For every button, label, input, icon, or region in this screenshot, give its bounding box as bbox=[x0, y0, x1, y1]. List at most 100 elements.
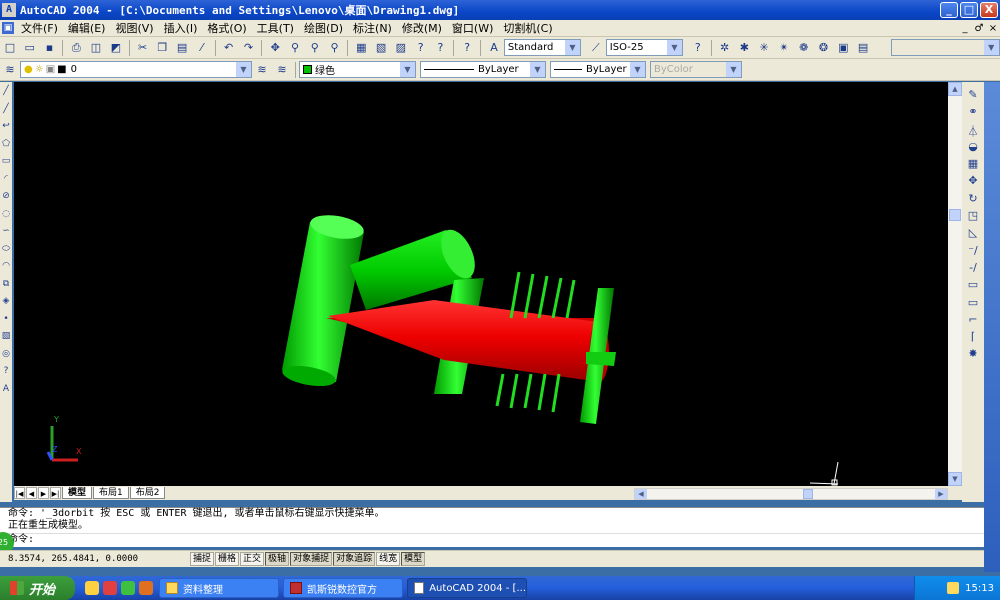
menu-window[interactable]: 窗口(W) bbox=[447, 20, 498, 36]
linetype-select[interactable]: ByLayer ▼ bbox=[420, 61, 546, 78]
help-icon-2[interactable]: ? bbox=[432, 39, 450, 57]
point-icon[interactable]: • bbox=[3, 314, 8, 332]
lightbulb-icon[interactable]: ● bbox=[24, 64, 33, 75]
new-icon[interactable]: □ bbox=[1, 39, 19, 57]
rectangle-icon[interactable]: ▭ bbox=[2, 156, 11, 174]
chevron-down-icon[interactable]: ▼ bbox=[726, 62, 741, 77]
snap-toggle[interactable]: 捕捉 bbox=[190, 552, 215, 566]
otrack-toggle[interactable]: 对象追踪 bbox=[333, 552, 376, 566]
document-icon[interactable]: ▣ bbox=[2, 22, 14, 34]
quick-launch-icon[interactable] bbox=[139, 581, 153, 595]
menu-tools[interactable]: 工具(T) bbox=[252, 20, 299, 36]
lineweight-toggle[interactable]: 线宽 bbox=[376, 552, 401, 566]
coordinate-readout[interactable]: 8.3574, 265.4841, 0.0000 bbox=[0, 554, 190, 564]
move-icon[interactable]: ✥ bbox=[968, 174, 977, 191]
array-icon[interactable]: ▦ bbox=[968, 157, 978, 174]
text-style-select[interactable]: Standard ▼ bbox=[503, 39, 581, 56]
color-select[interactable]: 绿色 ▼ bbox=[299, 61, 416, 78]
mirror-icon[interactable]: ⏃ bbox=[968, 123, 979, 140]
vertical-scroll-thumb[interactable] bbox=[949, 209, 961, 221]
menu-cutter[interactable]: 切割机(C) bbox=[498, 20, 557, 36]
mtext-icon[interactable]: A bbox=[3, 384, 9, 402]
close-button[interactable]: X bbox=[980, 2, 998, 18]
arc-icon[interactable]: ◜ bbox=[4, 174, 8, 192]
3d-model-view[interactable]: Y X Z bbox=[14, 82, 948, 486]
erase-icon[interactable]: ✎ bbox=[968, 88, 977, 105]
command-prompt[interactable]: 命令: bbox=[8, 533, 984, 545]
next-tab-icon[interactable]: ▶ bbox=[38, 487, 49, 499]
hatch-icon[interactable]: ▧ bbox=[2, 331, 11, 349]
render-settings-icon[interactable]: ▣ bbox=[834, 39, 852, 57]
drawing-canvas[interactable]: Y X Z bbox=[14, 82, 948, 486]
stretch-icon[interactable]: ◺ bbox=[969, 226, 977, 243]
chevron-down-icon[interactable]: ▼ bbox=[400, 62, 415, 77]
plotstyle-select[interactable]: ByColor ▼ bbox=[650, 61, 742, 78]
menu-insert[interactable]: 插入(I) bbox=[159, 20, 203, 36]
table-icon[interactable]: ? bbox=[4, 366, 9, 384]
polar-toggle[interactable]: 极轴 bbox=[265, 552, 290, 566]
tab-model[interactable]: 模型 bbox=[62, 487, 93, 499]
taskbar-item-folder[interactable]: 资料整理 bbox=[159, 578, 279, 598]
redo-icon[interactable]: ↷ bbox=[240, 39, 258, 57]
vertical-scrollbar[interactable]: ▲ ▼ bbox=[948, 82, 962, 486]
scroll-left-icon[interactable]: ◀ bbox=[635, 489, 647, 499]
make-layer-current-icon[interactable]: ≋ bbox=[253, 61, 271, 79]
statistics-icon[interactable]: ▤ bbox=[854, 39, 872, 57]
grid-toggle[interactable]: 栅格 bbox=[215, 552, 240, 566]
quick-launch-icon[interactable] bbox=[85, 581, 99, 595]
tab-layout2[interactable]: 布局2 bbox=[129, 487, 166, 499]
help-icon[interactable]: ? bbox=[412, 39, 430, 57]
prev-tab-icon[interactable]: ◀ bbox=[26, 487, 37, 499]
insert-block-icon[interactable]: ⧉ bbox=[3, 279, 9, 297]
explode-icon[interactable]: ✸ bbox=[968, 347, 977, 364]
help-icon-3[interactable]: ? bbox=[689, 39, 707, 57]
save-icon[interactable]: ▪ bbox=[41, 39, 59, 57]
lights-icon[interactable]: ✳ bbox=[755, 39, 773, 57]
tray-icon[interactable] bbox=[947, 582, 960, 594]
lineweight-select[interactable]: ByLayer ▼ bbox=[550, 61, 646, 78]
menu-modify[interactable]: 修改(M) bbox=[397, 20, 447, 36]
copy-object-icon[interactable]: ⚭ bbox=[968, 105, 977, 122]
render-icon[interactable]: ✲ bbox=[716, 39, 734, 57]
doc-minimize-button[interactable]: _ bbox=[958, 23, 972, 34]
last-tab-icon[interactable]: ▶| bbox=[50, 487, 61, 499]
undo-icon[interactable]: ↶ bbox=[220, 39, 238, 57]
join-icon[interactable]: ▭ bbox=[968, 296, 978, 313]
landscape-icon[interactable]: ❁ bbox=[795, 39, 813, 57]
construction-line-icon[interactable]: ╱ bbox=[3, 104, 8, 122]
maximize-button[interactable]: □ bbox=[960, 2, 978, 18]
publish-icon[interactable]: ◩ bbox=[107, 39, 125, 57]
doc-close-button[interactable]: × bbox=[986, 23, 1000, 34]
revcloud-icon[interactable]: ◌ bbox=[2, 209, 10, 227]
horizontal-scroll-thumb[interactable] bbox=[803, 489, 813, 499]
horizontal-scrollbar[interactable]: ◀ ▶ bbox=[634, 488, 948, 500]
line-icon[interactable]: ╱ bbox=[3, 86, 8, 104]
dim-style-icon[interactable]: ⟋ bbox=[587, 39, 605, 57]
dim-style-select[interactable]: ISO-25 ▼ bbox=[605, 39, 683, 56]
autocad-app-icon[interactable]: A bbox=[2, 3, 16, 17]
materials-icon[interactable]: ✴ bbox=[775, 39, 793, 57]
model-toggle[interactable]: 模型 bbox=[401, 552, 426, 566]
extend-icon[interactable]: -/ bbox=[969, 261, 977, 278]
scroll-up-icon[interactable]: ▲ bbox=[948, 82, 962, 96]
first-tab-icon[interactable]: |◀ bbox=[14, 487, 25, 499]
empty-toolbar-select[interactable]: ▼ bbox=[890, 39, 1000, 56]
taskbar-item-browser[interactable]: 凯斯锐数控官方 bbox=[283, 578, 403, 598]
polygon-icon[interactable]: ⬠ bbox=[2, 139, 10, 157]
rotate-icon[interactable]: ↻ bbox=[968, 192, 977, 209]
design-center-icon[interactable]: ▧ bbox=[372, 39, 390, 57]
fillet-icon[interactable]: ⌈ bbox=[971, 330, 975, 347]
doc-restore-button[interactable]: ♂ bbox=[972, 23, 986, 34]
minimize-button[interactable]: _ bbox=[940, 2, 958, 18]
quick-launch-icon[interactable] bbox=[103, 581, 117, 595]
menu-format[interactable]: 格式(O) bbox=[202, 20, 251, 36]
zoom-realtime-icon[interactable]: ⚲ bbox=[286, 39, 304, 57]
pan-icon[interactable]: ✥ bbox=[266, 39, 284, 57]
start-button[interactable]: 开始 bbox=[0, 576, 75, 600]
layer-select[interactable]: ● ☼ ▣ ■ 0 ▼ bbox=[20, 61, 252, 78]
taskbar-item-autocad[interactable]: AutoCAD 2004 - [... bbox=[407, 578, 527, 598]
cut-icon[interactable]: ✂ bbox=[134, 39, 152, 57]
zoom-previous-icon[interactable]: ⚲ bbox=[326, 39, 344, 57]
offset-icon[interactable]: ◒ bbox=[968, 140, 978, 157]
menu-draw[interactable]: 绘图(D) bbox=[299, 20, 348, 36]
